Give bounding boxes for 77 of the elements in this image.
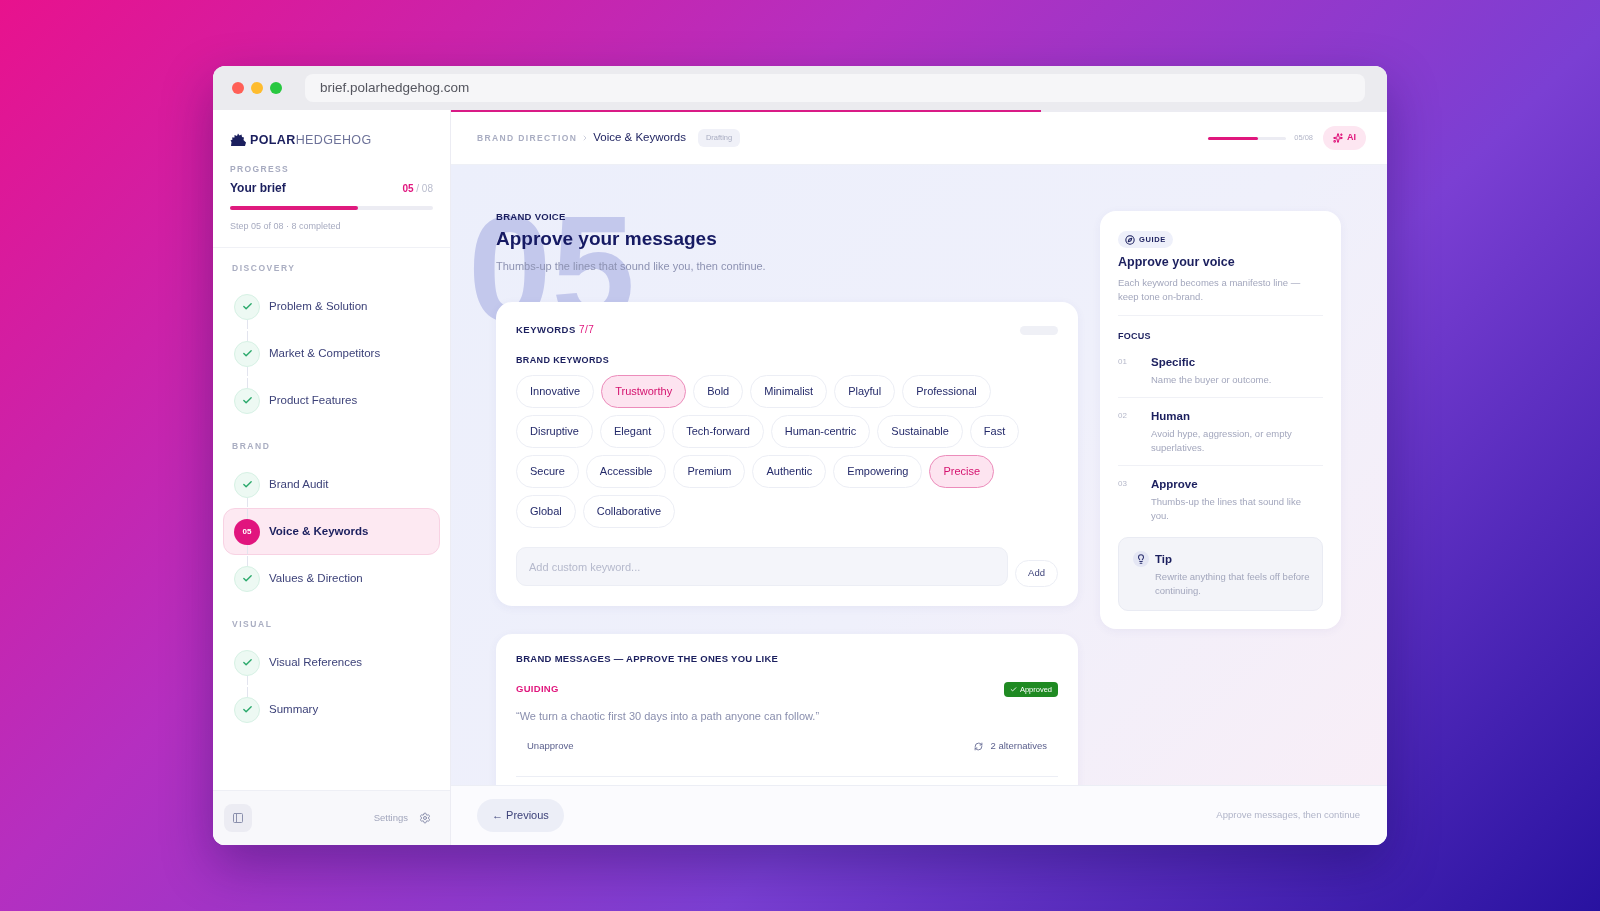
add-button[interactable]: Add (1015, 560, 1058, 587)
hedgehog-logo-icon (230, 133, 246, 147)
focus-title: Approve (1151, 477, 1199, 492)
guide-title: Approve your voice (1118, 254, 1236, 270)
check-icon (1009, 686, 1017, 693)
footer-hint: Approve messages, then continue (1216, 808, 1360, 823)
field-label: BRAND KEYWORDS (516, 354, 611, 366)
nav-item[interactable]: Problem & Solution (223, 283, 440, 330)
focus-number: 01 (1118, 356, 1128, 368)
keyword-chip[interactable]: Minimalist (750, 375, 828, 408)
keyword-chip[interactable]: Precise (929, 455, 995, 488)
section-label: DISCOVERY (231, 262, 297, 275)
sparkle-icon (1333, 133, 1343, 143)
alternatives-button[interactable]: 2 alternatives (974, 738, 1047, 754)
step-number: 05 (234, 518, 260, 545)
focus-number: 03 (1118, 478, 1128, 490)
window-maximize-icon[interactable] (270, 82, 282, 94)
nav-item[interactable]: Product Features (223, 377, 440, 424)
focus-text: Thumbs-up the lines that sound like you. (1151, 495, 1302, 523)
tip-text: Rewrite anything that feels off before continuing. (1155, 570, 1311, 598)
previous-button[interactable]: ← Previous (477, 799, 564, 832)
refresh-icon (974, 741, 984, 751)
keyword-chip[interactable]: Disruptive (516, 415, 593, 448)
nav-item[interactable]: Visual References (223, 639, 440, 686)
nav-item[interactable]: Summary (223, 686, 440, 733)
focus-text: Name the buyer or outcome. (1151, 373, 1273, 387)
card-title: KEYWORDS 7/7 (516, 323, 595, 338)
keyword-chip[interactable]: Bold (693, 375, 744, 408)
keyword-chip[interactable]: Empowering (833, 455, 923, 488)
keyword-chip[interactable]: Fast (969, 415, 1020, 448)
compass-icon (1125, 234, 1135, 245)
keyword-chip[interactable]: Trustworthy (601, 375, 687, 408)
settings-icon (419, 812, 431, 824)
window-minimize-icon[interactable] (251, 82, 263, 94)
progress-title: Your brief (230, 180, 286, 197)
keyword-chip[interactable]: Accessible (585, 455, 667, 488)
keyword-chip[interactable]: Authentic (752, 455, 827, 488)
keyword-chip[interactable]: Human-centric (770, 415, 871, 448)
breadcrumb-current: Voice & Keywords (593, 130, 686, 146)
nav-item[interactable]: Values & Direction (223, 555, 440, 602)
keyword-input[interactable]: Add custom keyword... (516, 547, 1008, 586)
nav-item[interactable]: 05 Voice & Keywords (223, 508, 440, 555)
unapprove-button[interactable]: Unapprove (527, 738, 574, 754)
section-label: PROGRESS (230, 163, 291, 175)
focus-title: Human (1151, 409, 1191, 424)
focus-title: Specific (1151, 355, 1197, 370)
keyword-chip[interactable]: Collaborative (582, 495, 675, 528)
focus-number: 02 (1118, 410, 1128, 422)
focus-text: Avoid hype, aggression, or empty superlatives. (1151, 427, 1293, 455)
focus-label: FOCUS (1118, 330, 1152, 342)
window-close-icon[interactable] (232, 82, 244, 94)
nav-item[interactable]: Brand Audit (223, 461, 440, 508)
address-bar[interactable]: brief.polarhedgehog.com (305, 74, 1365, 102)
sidebar-panel-icon (232, 812, 244, 824)
ai-button[interactable]: AI (1323, 126, 1366, 150)
keyword-chip[interactable]: Professional (902, 375, 991, 408)
guide-description: Each keyword becomes a manifesto line — keep tone on-brand. (1118, 276, 1302, 304)
keyword-chip[interactable]: Global (516, 495, 576, 528)
section-label: VISUAL (231, 618, 274, 631)
message-text: “We turn a chaotic first 30 days into a path anyone can follow.” (516, 709, 821, 723)
logo-wordmark: POLARHEDGEHOG (250, 131, 372, 149)
nav-item[interactable]: Market & Competitors (223, 330, 440, 377)
collapse-sidebar-button[interactable] (224, 804, 252, 832)
keyword-chip[interactable]: Tech-forward (672, 415, 764, 448)
keyword-chip[interactable]: Secure (516, 455, 579, 488)
keyword-chip[interactable]: Playful (834, 375, 896, 408)
keyword-chip[interactable]: Sustainable (877, 415, 963, 448)
keyword-chip[interactable]: Premium (673, 455, 746, 488)
progress-caption: Step 05 of 08 · 8 completed (230, 220, 342, 232)
lightbulb-icon (1133, 551, 1149, 567)
tip-title: Tip (1155, 552, 1174, 567)
message-category: GUIDING (516, 682, 559, 697)
card-title: BRAND MESSAGES — APPROVE THE ONES YOU LIKE (516, 653, 780, 665)
section-label: BRAND (231, 440, 272, 453)
keyword-chip[interactable]: Innovative (516, 375, 595, 408)
keyword-chip[interactable]: Elegant (599, 415, 666, 448)
progress-count: 05 / 08 (402, 181, 433, 196)
